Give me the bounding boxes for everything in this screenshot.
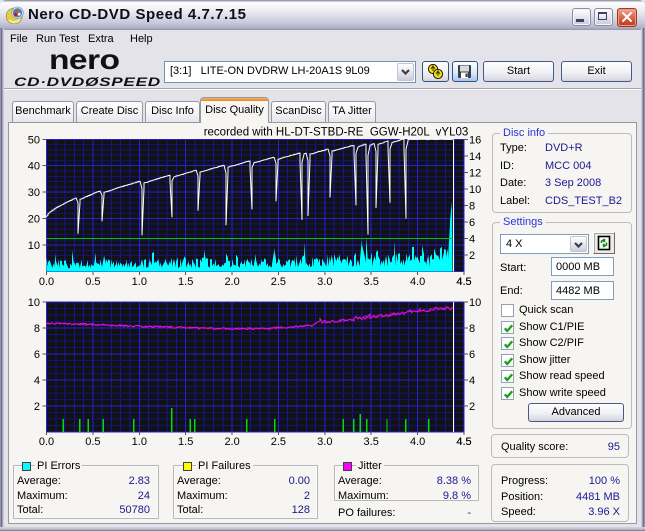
- svg-text:6: 6: [34, 349, 40, 361]
- svg-text:14: 14: [469, 151, 481, 163]
- svg-text:2.0: 2.0: [224, 276, 239, 288]
- svg-text:recorded with HL-DT-STBD-RE G: recorded with HL-DT-STBD-RE GGW-H20L vYL…: [204, 127, 469, 139]
- svg-text:8: 8: [469, 323, 475, 335]
- svg-text:12: 12: [469, 167, 481, 179]
- svg-text:2.5: 2.5: [271, 276, 286, 288]
- svg-text:1.5: 1.5: [178, 276, 193, 288]
- svg-text:0.5: 0.5: [85, 436, 100, 448]
- svg-text:40: 40: [28, 161, 40, 173]
- svg-text:10: 10: [28, 297, 40, 309]
- svg-text:1.0: 1.0: [132, 276, 147, 288]
- svg-text:4: 4: [34, 375, 40, 387]
- svg-text:1.5: 1.5: [178, 436, 193, 448]
- svg-text:0.0: 0.0: [39, 276, 54, 288]
- svg-text:3.0: 3.0: [317, 276, 332, 288]
- svg-text:0.0: 0.0: [39, 436, 54, 448]
- svg-text:4: 4: [469, 375, 475, 387]
- svg-text:30: 30: [28, 187, 40, 199]
- svg-text:3.0: 3.0: [317, 436, 332, 448]
- svg-text:4.0: 4.0: [410, 436, 425, 448]
- svg-text:6: 6: [469, 349, 475, 361]
- svg-text:1.0: 1.0: [132, 436, 147, 448]
- svg-text:2.0: 2.0: [224, 436, 239, 448]
- svg-text:3.5: 3.5: [364, 276, 379, 288]
- svg-text:4.5: 4.5: [456, 276, 471, 288]
- svg-text:10: 10: [28, 240, 40, 252]
- svg-text:16: 16: [469, 134, 481, 146]
- svg-text:8: 8: [34, 323, 40, 335]
- svg-text:50: 50: [28, 134, 40, 146]
- svg-text:10: 10: [469, 184, 481, 196]
- svg-text:2: 2: [34, 401, 40, 413]
- svg-text:10: 10: [469, 297, 481, 309]
- svg-text:0.5: 0.5: [85, 276, 100, 288]
- svg-text:3.5: 3.5: [364, 436, 379, 448]
- svg-text:2: 2: [469, 250, 475, 262]
- svg-text:2.5: 2.5: [271, 436, 286, 448]
- svg-text:4.0: 4.0: [410, 276, 425, 288]
- svg-text:6: 6: [469, 217, 475, 229]
- svg-text:4: 4: [469, 233, 475, 245]
- svg-text:2: 2: [469, 401, 475, 413]
- svg-text:8: 8: [469, 200, 475, 212]
- svg-text:20: 20: [28, 214, 40, 226]
- svg-text:4.5: 4.5: [456, 436, 471, 448]
